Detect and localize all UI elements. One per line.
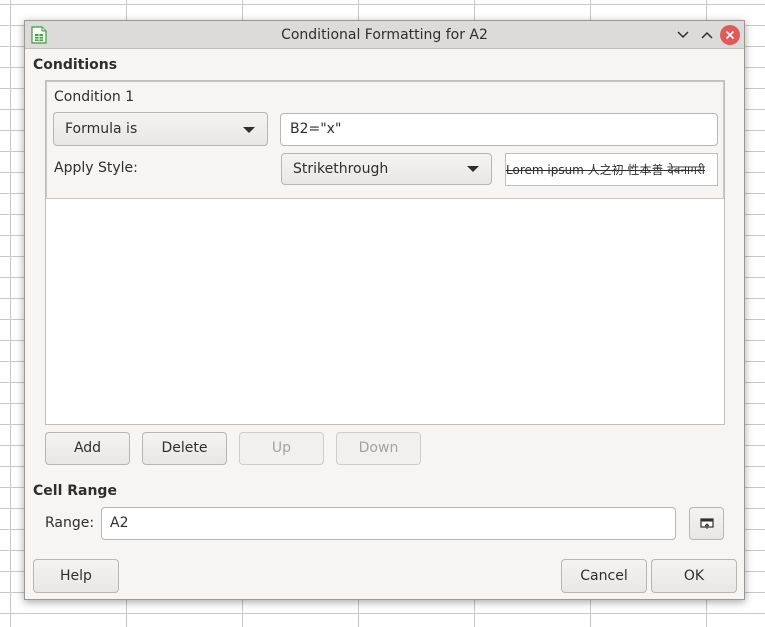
conditions-list[interactable]: Condition 1 Formula is B2="x" Apply Styl… xyxy=(45,80,725,425)
conditional-formatting-dialog: Conditional Formatting for A2 Conditions… xyxy=(24,20,745,600)
down-button[interactable]: Down xyxy=(336,432,421,465)
up-button[interactable]: Up xyxy=(239,432,324,465)
conditions-heading: Conditions xyxy=(33,57,118,73)
dropdown-arrow-icon xyxy=(467,166,479,172)
help-button[interactable]: Help xyxy=(33,559,119,593)
condition-type-value: Formula is xyxy=(65,121,138,137)
delete-button[interactable]: Delete xyxy=(142,432,227,465)
add-button[interactable]: Add xyxy=(45,432,130,465)
formula-input[interactable]: B2="x" xyxy=(280,113,718,146)
range-input[interactable]: A2 xyxy=(101,507,676,540)
calc-app-icon xyxy=(31,26,47,44)
style-preview: Lorem ipsum 人之初 性本善 देवनागरी xyxy=(505,153,718,186)
shrink-dialog-icon xyxy=(699,517,714,529)
chevron-down-icon xyxy=(677,31,689,39)
apply-style-label: Apply Style: xyxy=(54,160,138,176)
window-title: Conditional Formatting for A2 xyxy=(281,27,488,43)
maximize-button[interactable] xyxy=(697,25,717,45)
dropdown-arrow-icon xyxy=(243,127,255,133)
range-label: Range: xyxy=(45,515,95,531)
cancel-button[interactable]: Cancel xyxy=(561,559,647,593)
chevron-up-icon xyxy=(701,31,713,39)
apply-style-dropdown[interactable]: Strikethrough xyxy=(281,153,492,185)
minimize-button[interactable] xyxy=(673,25,693,45)
close-icon xyxy=(725,30,735,40)
title-bar[interactable]: Conditional Formatting for A2 xyxy=(25,21,744,49)
condition-entry: Condition 1 Formula is B2="x" Apply Styl… xyxy=(46,81,724,199)
apply-style-value: Strikethrough xyxy=(293,161,389,177)
shrink-range-button[interactable] xyxy=(689,507,724,540)
ok-button[interactable]: OK xyxy=(651,559,737,593)
cell-range-heading: Cell Range xyxy=(33,483,117,499)
condition-type-dropdown[interactable]: Formula is xyxy=(53,112,268,146)
condition-label: Condition 1 xyxy=(54,89,135,105)
close-button[interactable] xyxy=(720,25,740,45)
